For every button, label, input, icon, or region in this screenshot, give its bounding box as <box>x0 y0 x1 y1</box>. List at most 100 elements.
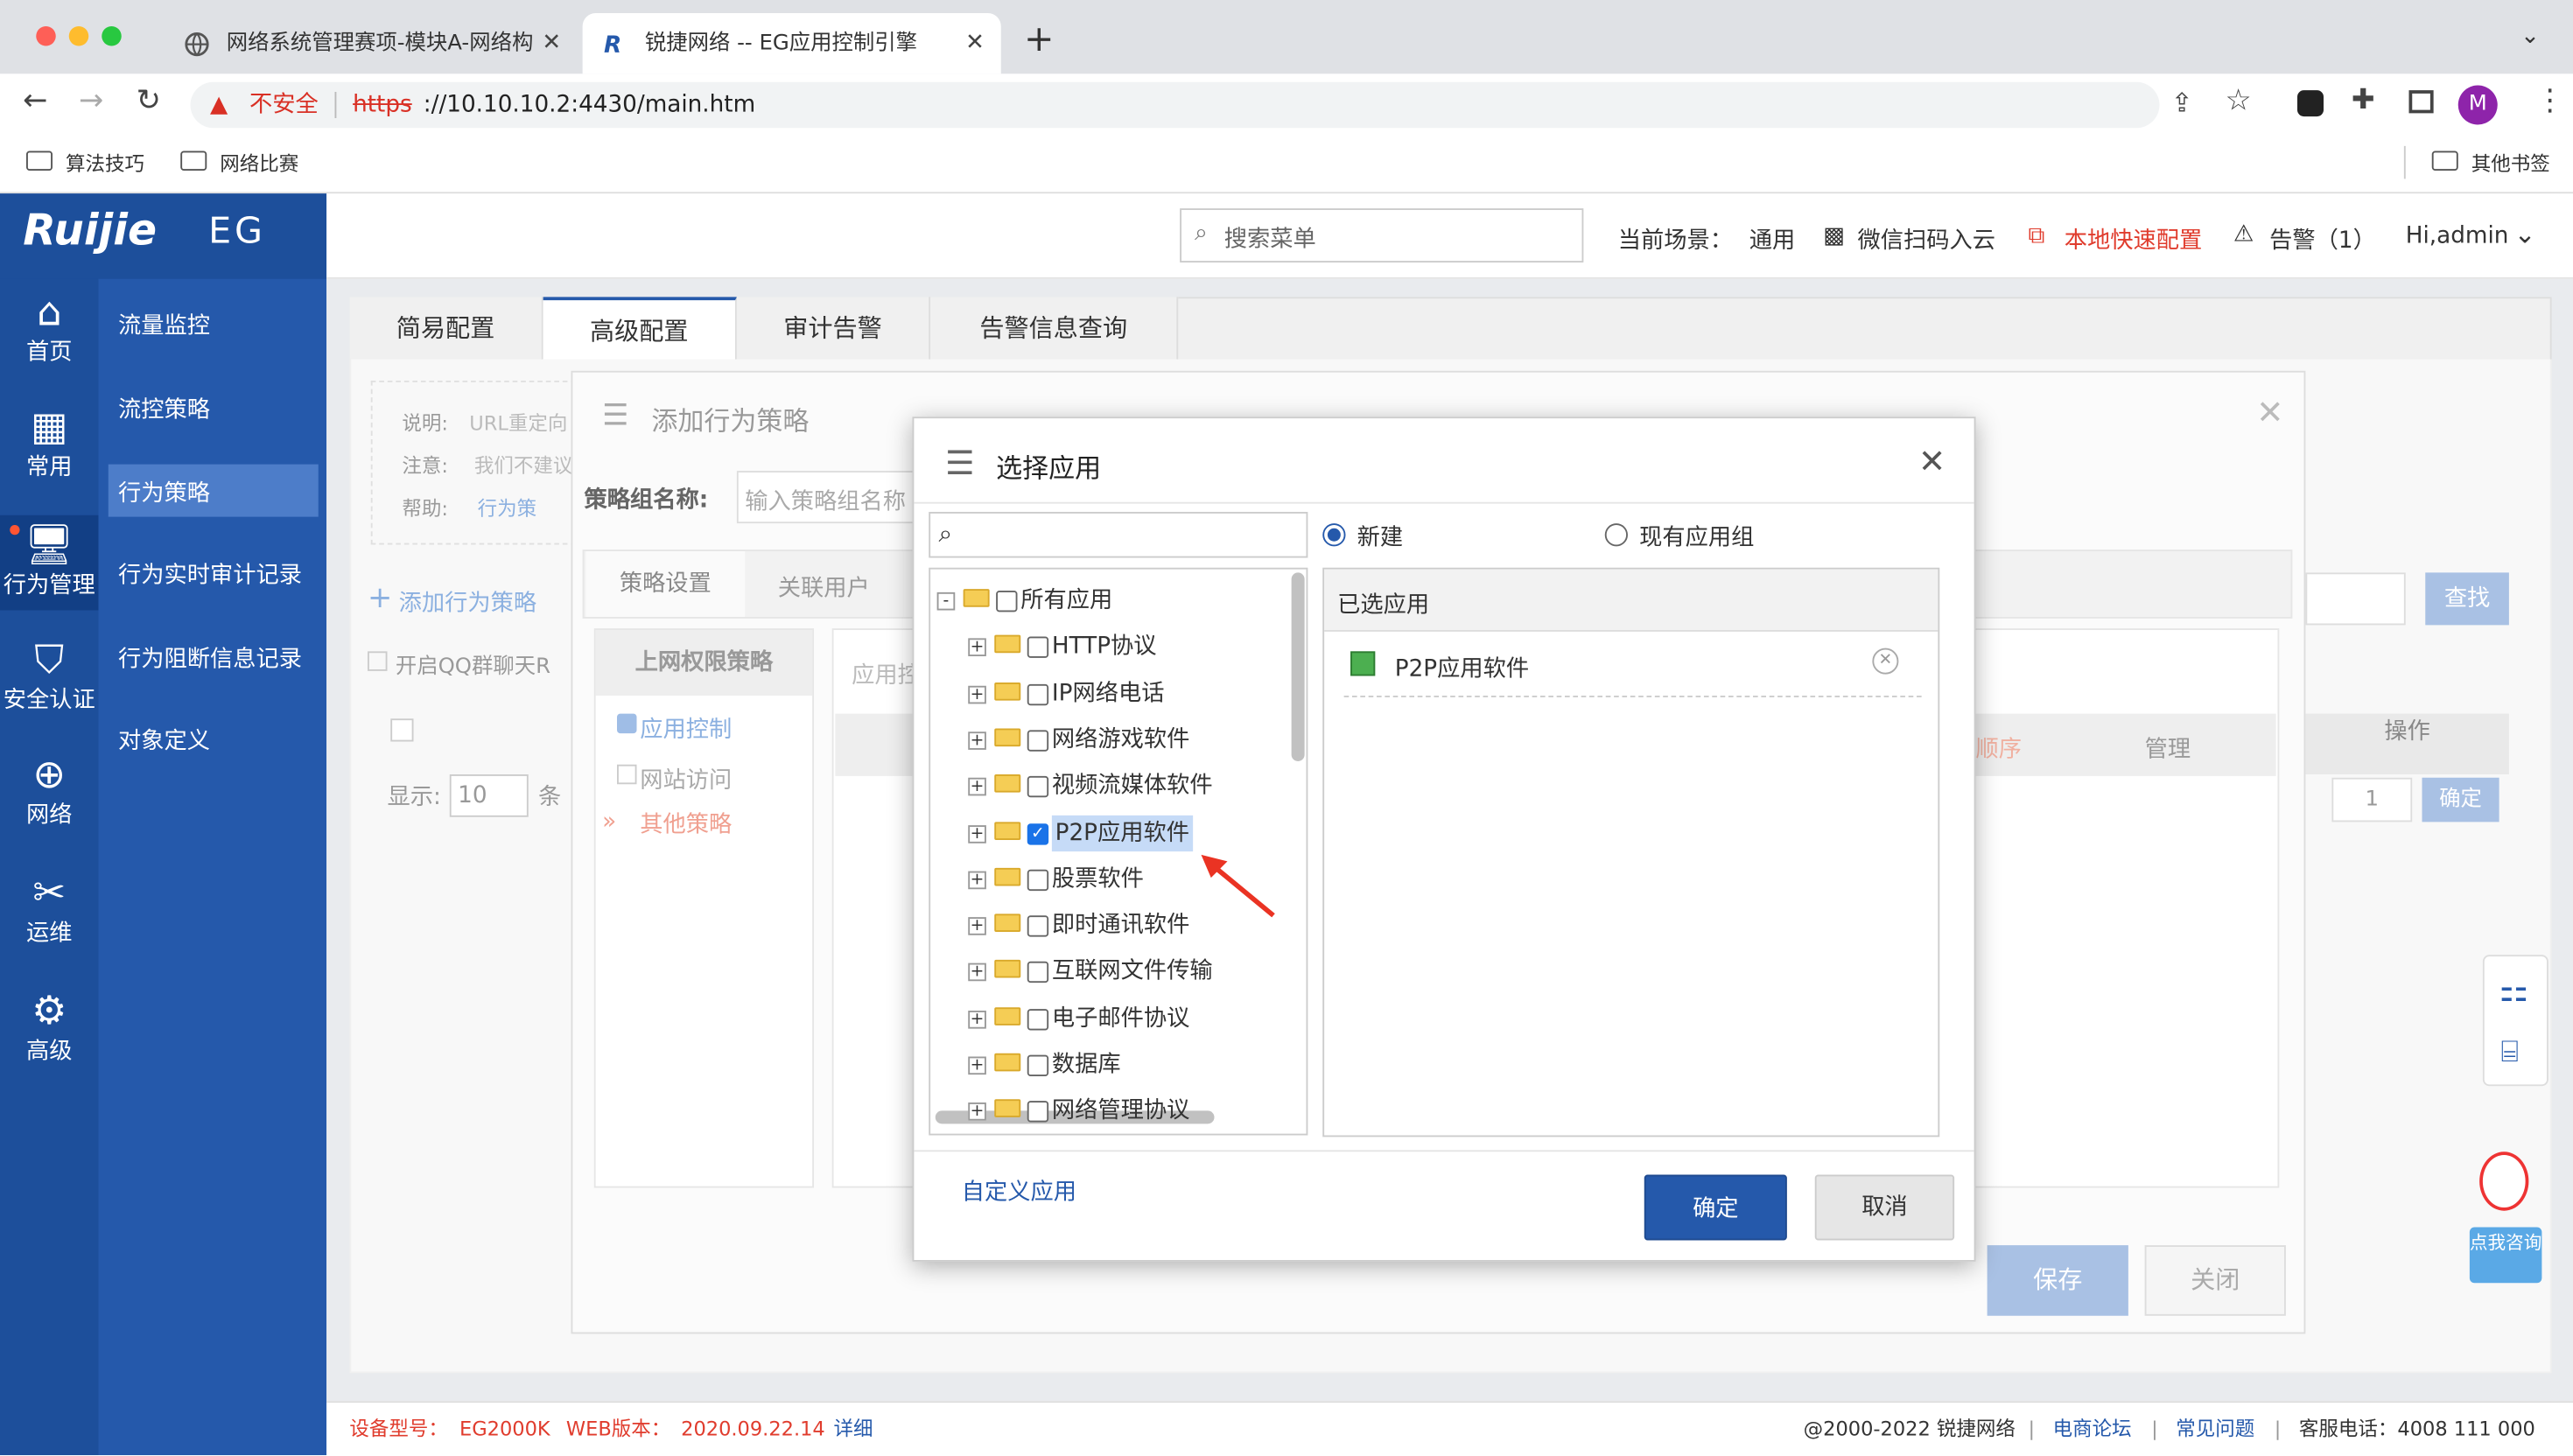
help-link[interactable]: 行为策 <box>478 494 537 522</box>
page-number-input[interactable]: 1 <box>2331 777 2413 822</box>
app-control-item[interactable]: 应用控制 <box>640 712 732 746</box>
tree-node[interactable]: + 互联网文件传输 <box>930 948 1283 995</box>
user-menu[interactable]: Hi,admin <box>2406 223 2509 249</box>
tree-node[interactable]: + 数据库 <box>930 1042 1283 1088</box>
browser-tab-2[interactable]: R 锐捷网络 -- EG应用控制引擎 ✕ <box>582 13 1001 74</box>
bookmark-folder[interactable]: 网络比赛 <box>220 150 298 178</box>
website-access-item[interactable]: 网站访问 <box>640 763 732 796</box>
quick-config-link[interactable]: 本地快速配置 <box>2065 223 2203 256</box>
network-device-icon[interactable]: ⌸ <box>2501 1035 2519 1069</box>
tab-advanced-config[interactable]: 高级配置 <box>543 297 737 360</box>
scene-value[interactable]: 通用 <box>1749 223 1796 256</box>
maximize-window-button[interactable] <box>102 26 122 46</box>
tab-audit-alert[interactable]: 审计告警 <box>736 297 931 360</box>
subnav-audit-records[interactable]: 行为实时审计记录 <box>118 558 302 592</box>
expand-icon[interactable]: + <box>968 963 986 982</box>
expand-icon[interactable]: + <box>968 871 986 889</box>
tree-node[interactable]: + HTTP协议 <box>930 624 1283 670</box>
tree-node[interactable]: + 电子邮件协议 <box>930 996 1283 1042</box>
radio-existing-group[interactable] <box>1604 523 1628 547</box>
remove-icon[interactable]: ✕ <box>1872 648 1899 675</box>
website-access-checkbox[interactable] <box>617 764 637 785</box>
page-go-button[interactable]: 确定 <box>2422 777 2499 822</box>
apps-grid-icon[interactable]: ⚏ <box>2499 970 2529 1009</box>
tree-checkbox[interactable] <box>1027 962 1049 984</box>
minimize-window-button[interactable] <box>68 26 89 46</box>
tab-policy-settings[interactable]: 策略设置 <box>585 551 746 617</box>
close-icon[interactable]: ✕ <box>2256 392 2283 431</box>
subnav-traffic-monitor[interactable]: 流量监控 <box>118 309 210 342</box>
expand-icon[interactable]: + <box>968 917 986 935</box>
tab-simple-config[interactable]: 简易配置 <box>349 297 543 360</box>
back-arrow-icon[interactable]: ← <box>23 84 47 118</box>
ok-button[interactable]: 确定 <box>1644 1174 1787 1241</box>
bookmark-folder[interactable]: 算法技巧 <box>66 150 144 178</box>
app-search-input[interactable]: ⌕ <box>929 512 1308 558</box>
tree-scrollbar[interactable] <box>1291 572 1305 761</box>
tree-checkbox[interactable] <box>1027 637 1049 659</box>
collapse-icon[interactable]: - <box>936 592 956 611</box>
custom-app-link[interactable]: 自定义应用 <box>962 1175 1076 1208</box>
nav-maintenance[interactable]: ✂ 运维 <box>0 870 99 948</box>
tree-checkbox[interactable] <box>1027 683 1049 705</box>
tree-node[interactable]: - 所有应用 <box>930 578 1283 624</box>
expand-icon[interactable]: + <box>968 1010 986 1029</box>
search-field[interactable] <box>2305 572 2406 626</box>
subnav-object-definition[interactable]: 对象定义 <box>118 724 210 757</box>
profile-avatar[interactable]: M <box>2457 85 2498 125</box>
chevron-down-icon[interactable]: ⌄ <box>2514 218 2536 249</box>
bookmark-star-icon[interactable]: ☆ <box>2226 84 2252 118</box>
subnav-behavior-policy[interactable]: 行为策略 <box>118 476 210 509</box>
close-tab-icon[interactable]: ✕ <box>965 13 985 74</box>
select-all-checkbox[interactable] <box>390 718 414 742</box>
page-size-select[interactable]: 10 <box>449 774 529 817</box>
menu-search-input[interactable]: ⌕ 搜索菜单 <box>1180 208 1584 262</box>
tree-checkbox[interactable] <box>1027 1054 1049 1076</box>
close-window-button[interactable] <box>36 26 56 46</box>
nav-behavior-management[interactable]: 🖥 行为管理 <box>0 514 99 611</box>
forum-link[interactable]: 电商论坛 <box>2053 1403 2132 1455</box>
tree-checkbox[interactable] <box>1027 1008 1049 1030</box>
cancel-button[interactable]: 取消 <box>1814 1174 1955 1241</box>
browser-tab-1[interactable]: 网络系统管理赛项-模块A-网络构 ✕ <box>165 13 578 74</box>
close-tab-icon[interactable]: ✕ <box>542 13 561 74</box>
save-button[interactable]: 保存 <box>1987 1245 2128 1316</box>
subnav-flow-policy[interactable]: 流控策略 <box>118 392 210 425</box>
search-button[interactable]: 查找 <box>2425 572 2509 626</box>
wechat-cloud-link[interactable]: 微信扫码入云 <box>1858 223 1996 256</box>
new-tab-button[interactable]: + <box>1024 20 1055 61</box>
add-policy-link[interactable]: 添加行为策略 <box>399 585 537 619</box>
group-name-input[interactable]: 输入策略组名称 <box>736 471 934 524</box>
expand-icon[interactable]: + <box>968 1056 986 1075</box>
tree-checkbox[interactable]: ✓ <box>1027 822 1049 844</box>
reload-icon[interactable]: ↻ <box>137 84 161 118</box>
nav-network[interactable]: ⊕ 网络 <box>0 752 99 830</box>
tree-checkbox[interactable] <box>1027 915 1049 937</box>
subnav-block-records[interactable]: 行为阻断信息记录 <box>118 641 302 675</box>
tree-checkbox[interactable] <box>1027 1101 1049 1124</box>
tree-node[interactable]: + 网络游戏软件 <box>930 717 1283 763</box>
close-icon[interactable]: ✕ <box>1918 441 1946 480</box>
nav-security-auth[interactable]: ⛉ 安全认证 <box>0 637 99 716</box>
faq-link[interactable]: 常见问题 <box>2176 1403 2254 1455</box>
nav-advanced[interactable]: ⚙ 高级 <box>0 988 99 1067</box>
expand-icon[interactable]: + <box>968 778 986 796</box>
tree-node[interactable]: + 视频流媒体软件 <box>930 763 1283 809</box>
tree-node[interactable]: + 网络管理协议 <box>930 1088 1283 1134</box>
tab-associated-users[interactable]: 关联用户 <box>778 571 870 605</box>
nav-home[interactable]: ⌂ 首页 <box>0 289 99 368</box>
tree-node[interactable]: + IP网络电话 <box>930 670 1283 717</box>
puzzle-icon[interactable]: ✚ <box>2352 84 2375 117</box>
expand-icon[interactable]: + <box>968 824 986 843</box>
close-button[interactable]: 关闭 <box>2144 1245 2286 1316</box>
expand-icon[interactable]: + <box>968 638 986 657</box>
qq-checkbox[interactable] <box>368 651 388 671</box>
other-policy-item[interactable]: 其他策略 <box>640 808 732 841</box>
extension-icon[interactable] <box>2297 90 2324 117</box>
tab-alert-query[interactable]: 告警信息查询 <box>930 297 1179 360</box>
chat-widget[interactable]: 点我咨询 <box>2469 1149 2543 1287</box>
alert-link[interactable]: 告警（1） <box>2269 223 2376 256</box>
tree-checkbox[interactable] <box>1027 730 1049 752</box>
tab-search-chevron-icon[interactable]: ⌄ <box>2520 23 2540 49</box>
tree-checkbox[interactable] <box>996 591 1018 612</box>
